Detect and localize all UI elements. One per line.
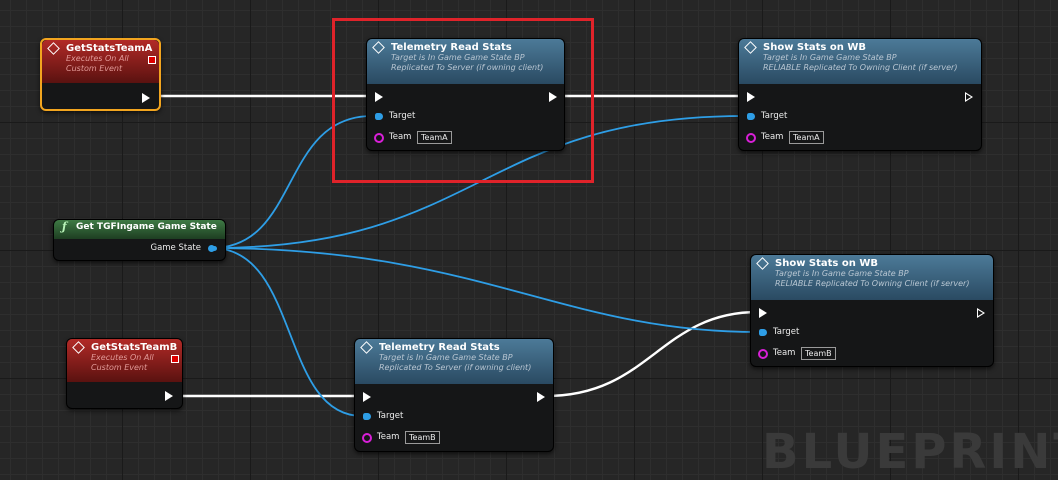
exec-out-pin-icon[interactable] [537,392,545,402]
exec-in-pin-icon[interactable] [759,308,767,318]
show-stats-node-b[interactable]: Show Stats on WB Target is In Game Game … [750,254,994,367]
target-pin-label: Target [773,327,800,337]
exec-out-pin-icon[interactable] [977,308,985,318]
event-diamond-icon [72,341,85,354]
team-pin-label: Team [761,132,784,142]
node-subtitle: Target is In Game Game State BP [775,269,909,278]
highlight-box [332,18,594,183]
team-pin-icon[interactable] [758,349,768,359]
exec-in-pin-icon[interactable] [363,392,371,402]
event-node-getstatsteamb[interactable]: GetStatsTeamB Executes On All Custom Eve… [66,338,183,409]
node-title: Get TGFIngame Game State [76,222,217,232]
object-wire [211,247,363,417]
event-subtitle: Executes On All [91,353,154,362]
node-subtitle: Target is In Game Game State BP [763,53,897,62]
telemetry-read-stats-node-b[interactable]: Telemetry Read Stats Target is In Game G… [354,338,554,452]
node-subtitle: RELIABLE Replicated To Owning Client (if… [775,279,970,288]
event-diamond-icon [47,42,60,55]
node-title: Show Stats on WB [775,258,878,269]
target-pin-icon[interactable] [363,413,371,420]
function-diamond-icon [756,257,769,270]
get-game-state-node[interactable]: ƒ Get TGFIngame Game State Game State [53,219,226,261]
function-icon: ƒ [62,220,67,233]
team-value-field[interactable]: TeamB [405,431,440,444]
show-stats-node-a[interactable]: Show Stats on WB Target is In Game Game … [738,38,982,151]
team-value-field[interactable]: TeamB [801,347,836,360]
team-pin-icon[interactable] [746,133,756,143]
event-title: GetStatsTeamA [66,43,153,54]
exec-in-pin-icon[interactable] [747,92,755,102]
exec-out-pin-icon[interactable] [142,93,150,103]
exec-out-pin-icon[interactable] [965,92,973,102]
exec-out-pin-icon[interactable] [165,391,173,401]
delegate-pin-icon[interactable] [171,355,179,363]
node-title: Telemetry Read Stats [379,342,500,353]
team-pin-icon[interactable] [362,433,372,443]
function-diamond-icon [744,41,757,54]
node-subtitle: Target is In Game Game State BP [379,353,513,362]
exec-wire [545,310,759,398]
event-title: GetStatsTeamB [91,342,178,353]
target-pin-icon[interactable] [759,329,767,336]
event-subtitle: Executes On All [66,54,129,63]
game-state-pin-icon[interactable] [208,245,215,252]
target-pin-label: Target [377,411,404,421]
node-subtitle: RELIABLE Replicated To Owning Client (if… [763,63,958,72]
function-diamond-icon [360,341,373,354]
team-pin-label: Team [377,432,400,442]
event-node-getstatsteama[interactable]: GetStatsTeamA Executes On All Custom Eve… [40,38,161,111]
delegate-pin-icon[interactable] [148,56,156,64]
object-wire [211,247,759,333]
target-pin-icon[interactable] [747,113,755,120]
team-value-field[interactable]: TeamA [789,131,824,144]
event-subtitle: Custom Event [91,363,148,372]
event-subtitle: Custom Event [66,64,123,73]
node-title: Show Stats on WB [763,42,866,53]
node-subtitle: Replicated To Server (if owning client) [379,363,532,372]
team-pin-label: Team [773,348,796,358]
output-pin-label: Game State [150,243,201,253]
target-pin-label: Target [761,111,788,121]
